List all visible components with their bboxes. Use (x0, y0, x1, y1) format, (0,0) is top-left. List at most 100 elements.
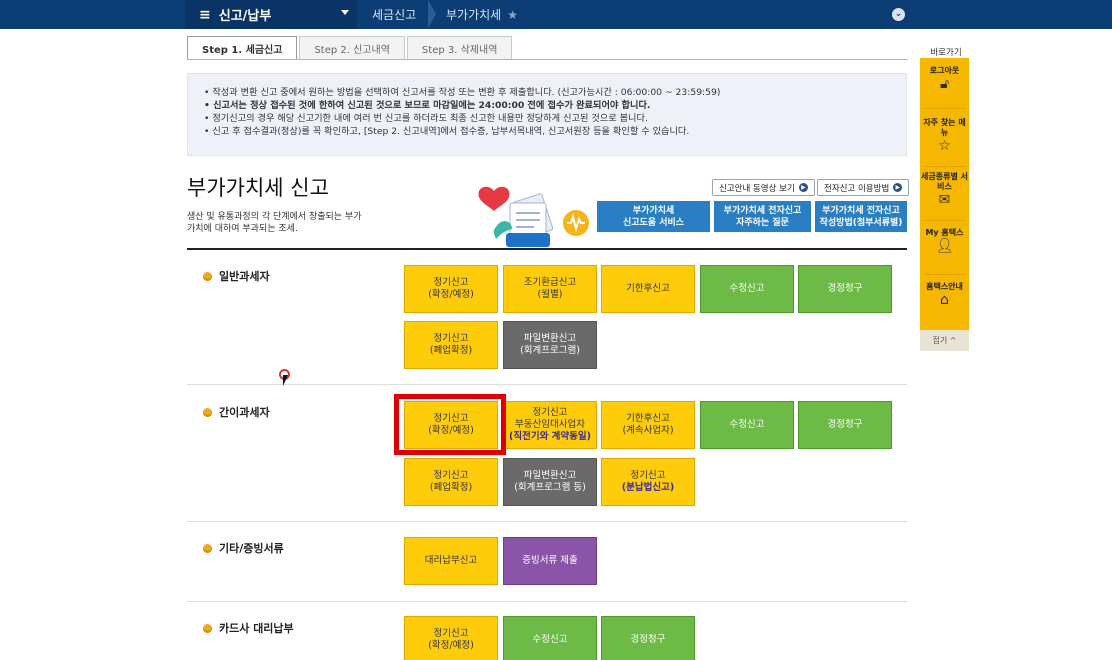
star-icon[interactable]: ★ (507, 8, 518, 22)
btn-line: 작성방법(첨부서류별) (819, 217, 903, 228)
btn-line: 부가가치세 전자신고 (723, 205, 802, 216)
general-late-filing-button[interactable]: 기한후신고 (601, 265, 695, 313)
simple-real-estate-filing-button[interactable]: 정기신고 부동산임대사업자 (직전기와 계약동일) (503, 401, 597, 449)
simple-installment-filing-button[interactable]: 정기신고 (분납법신고) (601, 458, 695, 506)
sidebar-item-my-hometax[interactable]: My 홈택스 👤︎ (920, 228, 969, 254)
page-title: 부가가치세 신고 (187, 176, 329, 200)
mouse-pointer-icon (283, 375, 288, 386)
btn-line: 수정신고 (532, 634, 568, 645)
top-navigation-bar: ≡ 신고/납부 세금신고 부가가치세 ★ ⌄ (0, 0, 1112, 29)
breadcrumb-separator (428, 0, 436, 28)
btn-line: 정기신고 (433, 333, 469, 344)
filing-help-service-button[interactable]: 부가가치세 신고도움 서비스 (597, 201, 710, 232)
simple-correction-claim-button[interactable]: 경정청구 (798, 401, 892, 449)
breadcrumb-tax-filing[interactable]: 세금신고 (372, 0, 416, 29)
proxy-payment-filing-button[interactable]: 대리납부신고 (404, 537, 498, 585)
simple-closure-filing-button[interactable]: 정기신고 (폐업확정) (404, 458, 498, 506)
notice-item: 신고 후 접수결과(정상)를 꼭 확인하고, [Step 2. 신고내역]에서 … (204, 125, 906, 138)
btn-line: 정기신고 (532, 407, 568, 418)
star-icon: ☆ (938, 138, 951, 154)
simple-amended-filing-button[interactable]: 수정신고 (700, 401, 794, 449)
breadcrumb-label: 세금신고 (372, 8, 417, 22)
breadcrumb-label: 부가가치세 (446, 8, 502, 22)
notice-item: 작성과 변환 신고 중에서 원하는 방법을 선택하여 신고서를 작성 또는 변환… (204, 86, 906, 99)
expand-circle-icon[interactable]: ⌄ (892, 8, 905, 21)
general-amended-filing-button[interactable]: 수정신고 (700, 265, 794, 313)
btn-line: 기한후신고 (626, 283, 670, 294)
general-closure-filing-button[interactable]: 정기신고 (폐업확정) (404, 321, 498, 369)
sidebar-item-favorites[interactable]: 자주 찾는 메뉴 ☆ (920, 118, 969, 154)
faq-button[interactable]: 부가가치세 전자신고 자주하는 질문 (714, 201, 811, 232)
general-correction-claim-button[interactable]: 경정청구 (798, 265, 892, 313)
tab-divider (187, 59, 907, 60)
btn-line: (폐업확정) (429, 345, 473, 356)
notice-item: 정기신고의 경우 해당 신고기한 내에 여러 번 신고를 하더라도 최종 신고한… (204, 112, 906, 125)
card-amended-filing-button[interactable]: 수정신고 (503, 616, 597, 660)
sidebar-item-label: 자주 찾는 메뉴 (923, 118, 966, 137)
btn-line: (직전기와 계약동일) (509, 431, 591, 442)
sidebar-item-label: My 홈택스 (925, 228, 964, 237)
btn-line: (월별) (537, 289, 563, 300)
breadcrumb-vat[interactable]: 부가가치세 ★ (446, 0, 518, 29)
main-menu-label: 신고/납부 (218, 9, 272, 24)
btn-line: 정기신고 (433, 628, 469, 639)
btn-line: 경정청구 (630, 634, 666, 645)
sidebar-divider (923, 166, 966, 167)
document-illustration-icon (478, 186, 589, 247)
how-to-write-button[interactable]: 부가가치세 전자신고 작성방법(첨부서류별) (815, 201, 907, 232)
video-guide-button[interactable]: 신고안내 동영상 보기 ▶ (712, 179, 815, 196)
card-correction-claim-button[interactable]: 경정청구 (601, 616, 695, 660)
sidebar-fold-button[interactable]: 접기 ^ (920, 330, 969, 351)
video-guide-label: 신고안내 동영상 보기 (719, 183, 795, 194)
tab-step3[interactable]: Step 3. 삭제내역 (406, 36, 513, 60)
chevron-down-icon (341, 10, 349, 15)
submit-evidence-button[interactable]: 증빙서류 제출 (503, 537, 597, 585)
e-filing-howto-label: 전자신고 이용방법 (824, 183, 890, 194)
btn-line: 수정신고 (729, 419, 765, 430)
quick-links-title: 바로가기 (930, 48, 962, 58)
btn-line: 파일변환신고 (523, 333, 577, 344)
btn-line: 조기환급신고 (523, 277, 577, 288)
section-label: 기타/증빙서류 (219, 542, 284, 555)
btn-line: 자주하는 질문 (736, 217, 789, 228)
section-card-proxy: 카드사 대리납부 (203, 620, 294, 636)
general-file-conversion-button[interactable]: 파일변환신고 (회계프로그램) (503, 321, 597, 369)
main-menu-dropdown[interactable]: ≡ 신고/납부 (185, 0, 357, 29)
section-other-documents: 기타/증빙서류 (203, 540, 284, 556)
sidebar-item-tax-services[interactable]: 세금종류별 서비스 ✉ (920, 172, 969, 207)
btn-line: 정기신고 (630, 470, 666, 481)
btn-line: 경정청구 (827, 283, 863, 294)
sidebar-item-hometax-guide[interactable]: 홈택스안내 ⌂ (920, 282, 969, 308)
bullet-dot-icon (203, 543, 212, 553)
btn-line: 정기신고 (433, 277, 469, 288)
title-divider (187, 248, 907, 250)
notice-box: 작성과 변환 신고 중에서 원하는 방법을 선택하여 신고서를 작성 또는 변환… (187, 73, 907, 156)
btn-line: 부동산임대사업자 (515, 419, 585, 430)
btn-line: (계속사업자) (622, 425, 674, 436)
simple-file-conversion-button[interactable]: 파일변환신고 (회계프로그램 등) (503, 458, 597, 506)
btn-line: (확정/예정) (428, 289, 474, 300)
section-divider (187, 601, 907, 602)
person-icon: 👤︎ (935, 238, 954, 254)
sidebar-item-label: 세금종류별 서비스 (921, 172, 968, 191)
btn-line: 경정청구 (827, 419, 863, 430)
sidebar-item-logout[interactable]: 로그아웃 🔓︎ (920, 66, 969, 91)
simple-late-filing-button[interactable]: 기한후신고 (계속사업자) (601, 401, 695, 449)
quick-links-sidebar: 로그아웃 🔓︎ 자주 찾는 메뉴 ☆ 세금종류별 서비스 ✉ My 홈택스 👤︎… (920, 58, 969, 351)
btn-line: (확정/예정) (428, 640, 474, 651)
sidebar-item-label: 홈택스안내 (926, 282, 963, 291)
hamburger-icon: ≡ (199, 6, 211, 23)
e-filing-howto-button[interactable]: 전자신고 이용방법 ▶ (817, 179, 910, 196)
general-regular-filing-button[interactable]: 정기신고 (확정/예정) (404, 265, 498, 313)
btn-line: (분납법신고) (621, 482, 675, 493)
arrow-right-icon: ▶ (798, 183, 808, 192)
btn-line: 정기신고 (433, 470, 469, 481)
tab-step2[interactable]: Step 2. 신고내역 (299, 36, 405, 60)
tab-step1[interactable]: Step 1. 세금신고 (187, 36, 298, 60)
general-early-refund-button[interactable]: 조기환급신고 (월별) (503, 265, 597, 313)
card-regular-filing-button[interactable]: 정기신고 (확정/예정) (404, 616, 498, 660)
section-label: 카드사 대리납부 (219, 622, 294, 635)
section-divider (187, 521, 907, 522)
btn-line: 대리납부신고 (424, 555, 478, 566)
home-icon: ⌂ (940, 292, 949, 308)
